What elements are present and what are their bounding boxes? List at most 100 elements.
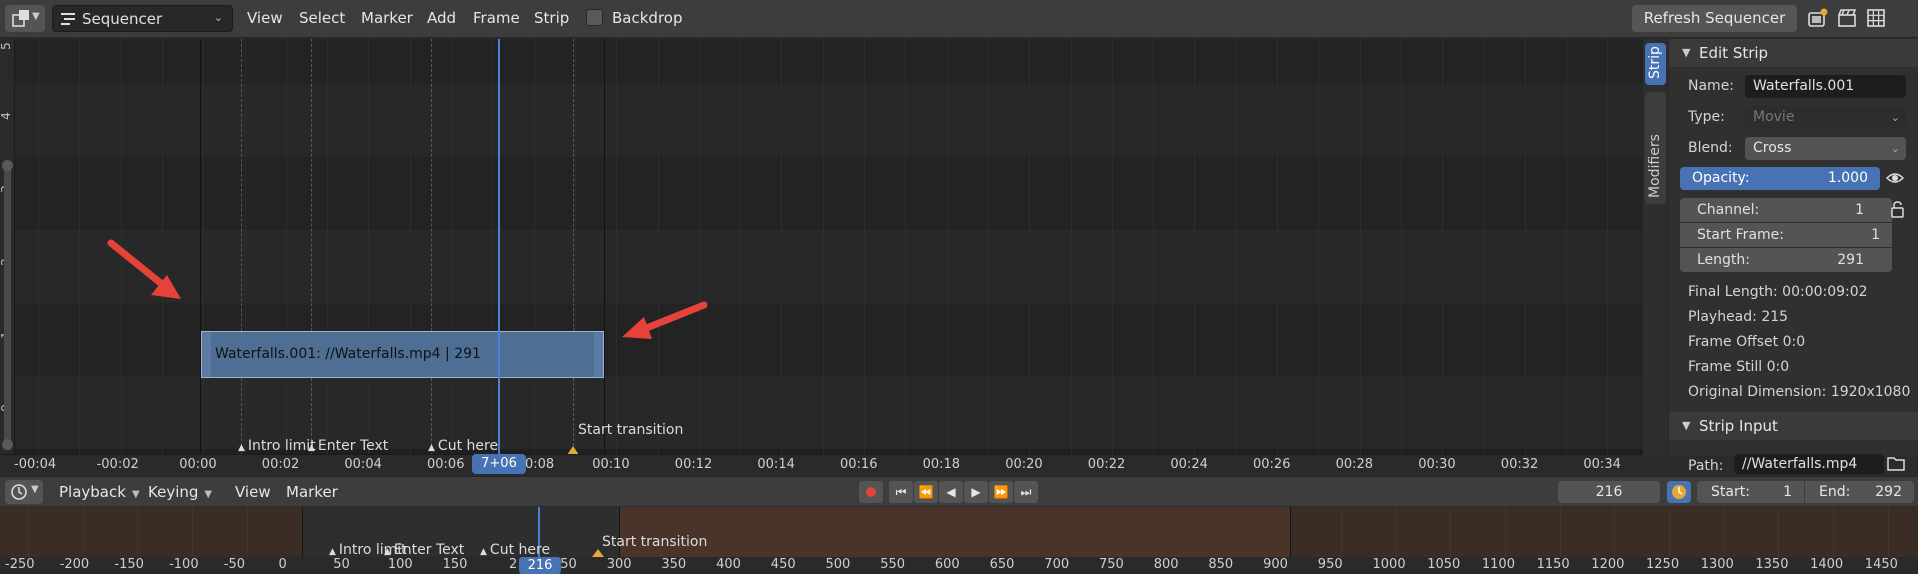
- strip-name-field[interactable]: Waterfalls.001: [1745, 75, 1906, 98]
- menu-view[interactable]: View: [247, 9, 283, 27]
- playhead[interactable]: [498, 39, 500, 456]
- edit-strip-panel-header[interactable]: ▼ Edit Strip: [1669, 39, 1918, 67]
- menu-select[interactable]: Select: [299, 9, 345, 27]
- path-field[interactable]: //Waterfalls.mp4: [1734, 454, 1884, 474]
- play-icon: ▶: [971, 485, 981, 499]
- current-frame-indicator[interactable]: 216: [519, 557, 561, 574]
- marker-cut-here[interactable]: ▲ Cut here: [480, 542, 550, 557]
- frame-ruler-label: 900: [1263, 557, 1288, 572]
- time-ruler-label: 00:30: [1418, 457, 1456, 472]
- marker-enter-text[interactable]: ▲ Enter Text: [384, 542, 464, 557]
- time-ruler[interactable]: -00:04 -00:02 00:00 00:02 00:04 00:06 0:08 00:1…: [0, 454, 1643, 474]
- fast-forward-icon: ⏩: [993, 485, 1009, 499]
- clapperboard-icon[interactable]: [1836, 7, 1858, 29]
- timeline-editor-type-button[interactable]: ▼: [5, 480, 43, 504]
- chevron-down-icon: ▼: [31, 484, 39, 495]
- length-field[interactable]: Length: 291: [1680, 248, 1892, 272]
- play-reverse-button[interactable]: ◀: [939, 481, 963, 503]
- frame-ruler-label: 800: [1153, 557, 1179, 572]
- annotation-arrow-icon: [107, 239, 181, 299]
- editor-type-button[interactable]: ▼: [5, 5, 45, 32]
- timeline-header: ▼ Playback ▼ Keying ▼ View Marker ⏮ ⏪ ◀ ▶ …: [0, 476, 1918, 506]
- time-ruler-label: 00:04: [344, 457, 382, 472]
- current-frame-field[interactable]: 216: [1558, 481, 1660, 503]
- menu-marker[interactable]: Marker: [361, 9, 413, 27]
- time-ruler-label: 00:12: [674, 457, 713, 472]
- menu-marker[interactable]: Marker: [286, 483, 338, 501]
- opacity-slider[interactable]: Opacity: 1.000: [1680, 167, 1880, 190]
- frame-offset-info: Frame Offset 0:0: [1688, 334, 1806, 350]
- menu-view[interactable]: View: [235, 483, 271, 501]
- record-button[interactable]: [859, 481, 883, 503]
- menu-playback[interactable]: Playback ▼: [59, 483, 140, 501]
- jump-to-start-button[interactable]: ⏮: [889, 481, 913, 503]
- marker-enter-text[interactable]: ▲ Enter Text: [308, 438, 388, 454]
- refresh-sequencer-button[interactable]: Refresh Sequencer: [1632, 5, 1797, 32]
- menu-keying[interactable]: Keying ▼: [148, 483, 212, 501]
- current-time-indicator[interactable]: 7+06: [472, 454, 526, 474]
- next-keyframe-button[interactable]: ⏩: [989, 481, 1013, 503]
- frame-ruler-label: 50: [333, 557, 350, 572]
- menu-strip[interactable]: Strip: [534, 9, 569, 27]
- lock-icon[interactable]: [1887, 199, 1907, 219]
- marker-icon: ▲: [384, 547, 391, 557]
- range-boundary: [1290, 507, 1291, 557]
- channel-label: 4: [0, 112, 13, 120]
- frame-ruler-label: 1100: [1481, 557, 1515, 572]
- channel-scrollbar[interactable]: [2, 160, 13, 450]
- type-label: Type:: [1688, 109, 1725, 125]
- frame-ruler[interactable]: -250 -200 -150 -100 -50 0 50 100 150 2 250 300 350 40…: [0, 557, 1918, 574]
- view-type-select[interactable]: Sequencer ⌄: [52, 5, 233, 32]
- annotation-arrow-icon: [622, 301, 708, 339]
- start-frame-field[interactable]: Start: 1: [1697, 481, 1804, 503]
- frame-ruler-label: 500: [825, 557, 851, 572]
- frame-ruler-label: 650: [989, 557, 1015, 572]
- jump-to-end-button[interactable]: ⏭: [1014, 481, 1038, 503]
- grid-overlay-icon[interactable]: [1865, 7, 1887, 29]
- time-ruler-label: 00:20: [1005, 457, 1043, 472]
- folder-icon[interactable]: [1886, 453, 1906, 473]
- preview-range-toggle[interactable]: [1667, 481, 1691, 503]
- frame-ruler-label: 1150: [1536, 557, 1570, 572]
- frame-ruler-label: -100: [169, 557, 199, 572]
- blend-mode-select[interactable]: Cross ⌄: [1745, 137, 1906, 160]
- time-ruler-label: 00:24: [1170, 457, 1208, 472]
- editor-type-icon: [12, 10, 29, 27]
- time-ruler-label: 00:06: [427, 457, 465, 472]
- time-ruler-label: 00:32: [1500, 457, 1539, 472]
- frame-still-info: Frame Still 0:0: [1688, 359, 1790, 375]
- menu-add[interactable]: Add: [427, 9, 456, 27]
- end-frame-field[interactable]: End: 292: [1805, 481, 1914, 503]
- frame-ruler-label: 1050: [1427, 557, 1461, 572]
- eye-icon[interactable]: [1885, 168, 1905, 188]
- sequencer-strip-area[interactable]: 5 4 3 2 1 0 Waterfalls.001: //Waterfalls…: [0, 39, 1643, 456]
- view-type-label: Sequencer: [82, 10, 163, 28]
- play-reverse-icon: ◀: [946, 485, 956, 499]
- menu-frame[interactable]: Frame: [473, 9, 520, 27]
- channel-field[interactable]: Channel: 1: [1680, 198, 1892, 222]
- previous-keyframe-button[interactable]: ⏪: [914, 481, 938, 503]
- chevron-down-icon: ⌄: [213, 11, 223, 24]
- strip-left-handle[interactable]: [202, 332, 211, 377]
- backdrop-checkbox[interactable]: [586, 9, 603, 26]
- tab-strip[interactable]: Strip: [1645, 43, 1666, 85]
- channel-label: 5: [0, 42, 13, 50]
- sequencer-icon: [61, 13, 75, 25]
- start-frame-field[interactable]: Start Frame: 1: [1680, 223, 1892, 247]
- frame-ruler-label: 350: [661, 557, 687, 572]
- play-button[interactable]: ▶: [964, 481, 988, 503]
- tab-modifiers[interactable]: Modifiers: [1645, 92, 1666, 204]
- original-dimension-info: Original Dimension: 1920x1080: [1688, 384, 1911, 400]
- frame-ruler-label: 1350: [1755, 557, 1789, 572]
- marker-icon: ▲: [329, 547, 336, 557]
- timeline-area[interactable]: ▲ Intro limit ▲ Enter Text ▲ Cut here Start…: [0, 507, 1918, 557]
- strip-input-panel-header[interactable]: ▼ Strip Input: [1669, 412, 1918, 440]
- strip-right-handle[interactable]: [594, 332, 603, 377]
- movie-strip[interactable]: Waterfalls.001: //Waterfalls.mp4 | 291: [201, 331, 604, 378]
- time-ruler-label: 0:08: [525, 457, 555, 472]
- overlay-image-icon[interactable]: [1807, 7, 1829, 29]
- marker-cut-here[interactable]: ▲ Cut here: [428, 438, 498, 454]
- time-ruler-label: 00:18: [922, 457, 961, 472]
- time-ruler-label: 00:02: [261, 457, 300, 472]
- marker-intro-limit[interactable]: ▲ Intro limit: [238, 438, 316, 454]
